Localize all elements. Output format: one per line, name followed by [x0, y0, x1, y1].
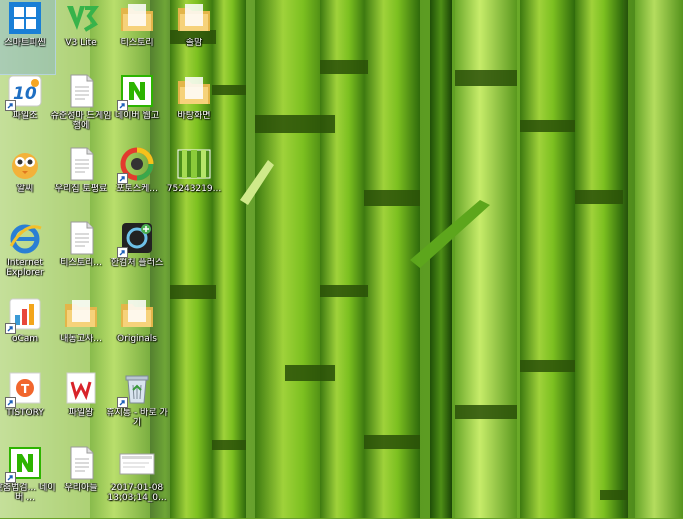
shortcut-arrow-icon: [117, 100, 128, 111]
document-icon: [63, 220, 99, 256]
desktop-icon[interactable]: 솔맘: [164, 0, 224, 74]
shortcut-arrow-icon: [117, 397, 128, 408]
desktop-icon[interactable]: 10 파일조: [0, 73, 55, 147]
desktop-icon[interactable]: 알씨: [0, 146, 55, 220]
desktop-icon[interactable]: 우리집 토평료: [51, 146, 111, 220]
document-icon: [63, 146, 99, 182]
document-icon: [63, 73, 99, 109]
internet-explorer-icon: [7, 220, 43, 256]
screenshot-thumbnail-icon: [119, 445, 155, 481]
desktop-icon[interactable]: 2017-01-08 13;03;14_0...: [107, 445, 167, 519]
desktop-icon-label: 티스토리...: [60, 258, 102, 268]
desktop-icon-label: 알씨: [16, 184, 34, 194]
tistory-icon: T: [5, 370, 43, 408]
desktop-icon[interactable]: 스마트피씬: [0, 0, 56, 75]
naver-icon: [5, 445, 43, 483]
desktop-icon[interactable]: 우리아들: [51, 445, 111, 519]
desktop-icon-label: 맞춤법검... 네이버 ...: [0, 483, 56, 503]
desktop-icon-label: 네이버 웹고: [114, 111, 160, 121]
v3-lite-icon: [63, 0, 99, 36]
folder-icon: [119, 296, 155, 332]
folder-icon: [176, 73, 212, 109]
desktop-icon-label: V3 Lite: [65, 38, 97, 48]
desktop-icon[interactable]: 휴지통 - 바로 가기: [106, 370, 168, 444]
desktop-icon[interactable]: 내동고사...: [51, 296, 111, 370]
desktop-icon-label: 티스토리: [120, 38, 154, 48]
naver-icon: [117, 73, 155, 111]
desktop-icon-label: 스마트피씬: [4, 38, 46, 48]
shortcut-arrow-icon: [117, 247, 128, 258]
desktop-icon-label: 75243219...: [166, 184, 222, 194]
desktop-icon-label: TISTORY: [6, 408, 44, 418]
desktop-icon-label: Internet Explorer: [6, 258, 44, 278]
svg-text:10: 10: [13, 84, 37, 104]
desktop-icon[interactable]: 슈준성마 드게임행에: [51, 73, 111, 147]
shortcut-arrow-icon: [5, 100, 16, 111]
desktop-icon-label: 슈준성마 드게임행에: [50, 111, 112, 131]
desktop-icon-label: 포토스케...: [116, 184, 158, 194]
desktop-icon-label: 2017-01-08 13;03;14_0...: [107, 483, 167, 503]
desktop-icon[interactable]: 포토스케...: [107, 146, 167, 220]
desktop-icon-label: 우리집 토평료: [54, 184, 108, 194]
folder-icon: [176, 0, 212, 36]
desktop-icon[interactable]: oCam: [0, 296, 55, 370]
desktop-icon-label: Originals: [117, 334, 157, 344]
alsee-icon: [7, 146, 43, 182]
desktop-icon-label: 휴지통 - 바로 가기: [106, 408, 168, 428]
shortcut-arrow-icon: [5, 323, 16, 334]
shortcut-arrow-icon: [5, 397, 16, 408]
shortcut-arrow-icon: [117, 173, 128, 184]
app-10-icon: 10: [5, 73, 43, 111]
recycle-bin-icon: [117, 370, 155, 408]
desktop-icon[interactable]: 75243219...: [164, 146, 224, 220]
desktop-icon[interactable]: T TISTORY: [0, 370, 55, 444]
shortcut-arrow-icon: [5, 472, 16, 483]
desktop-icon[interactable]: 맞춤법검... 네이버 ...: [0, 445, 56, 519]
desktop-icon-label: 솔맘: [185, 38, 203, 48]
desktop-icon-label: oCam: [11, 334, 39, 344]
desktop-icon-label: 파일왕: [68, 408, 94, 418]
folder-icon: [63, 296, 99, 332]
desktop-icon-label: 파일조: [12, 111, 38, 121]
desktop-icon[interactable]: 네이버 웹고: [107, 73, 167, 147]
desktop-icon[interactable]: 티스토리...: [51, 220, 111, 294]
photoscape-icon: [117, 146, 155, 184]
svg-text:T: T: [21, 382, 30, 396]
desktop-icon[interactable]: V3 Lite: [51, 0, 111, 74]
folder-icon: [119, 0, 155, 36]
desktop-icon[interactable]: Internet Explorer: [0, 220, 55, 294]
desktop-icon[interactable]: Originals: [107, 296, 167, 370]
desktop-icon[interactable]: 한컴처 플러스: [107, 220, 167, 294]
hancom-plus-icon: [117, 220, 155, 258]
image-thumbnail-icon: [176, 146, 212, 182]
desktop-icon-label: 우리아들: [64, 483, 98, 493]
filewang-icon: [63, 370, 99, 406]
desktop-icon-label: 한컴처 플러스: [110, 258, 164, 268]
desktop-icon[interactable]: 티스토리: [107, 0, 167, 74]
ocam-icon: [5, 296, 43, 334]
desktop-icon-label: 바탕화면: [177, 111, 211, 121]
document-icon: [63, 445, 99, 481]
windows-tiles-icon: [7, 0, 43, 36]
desktop-icon[interactable]: 바탕화면: [164, 73, 224, 147]
desktop-icon-label: 내동고사...: [60, 334, 102, 344]
desktop-icon[interactable]: 파일왕: [51, 370, 111, 444]
